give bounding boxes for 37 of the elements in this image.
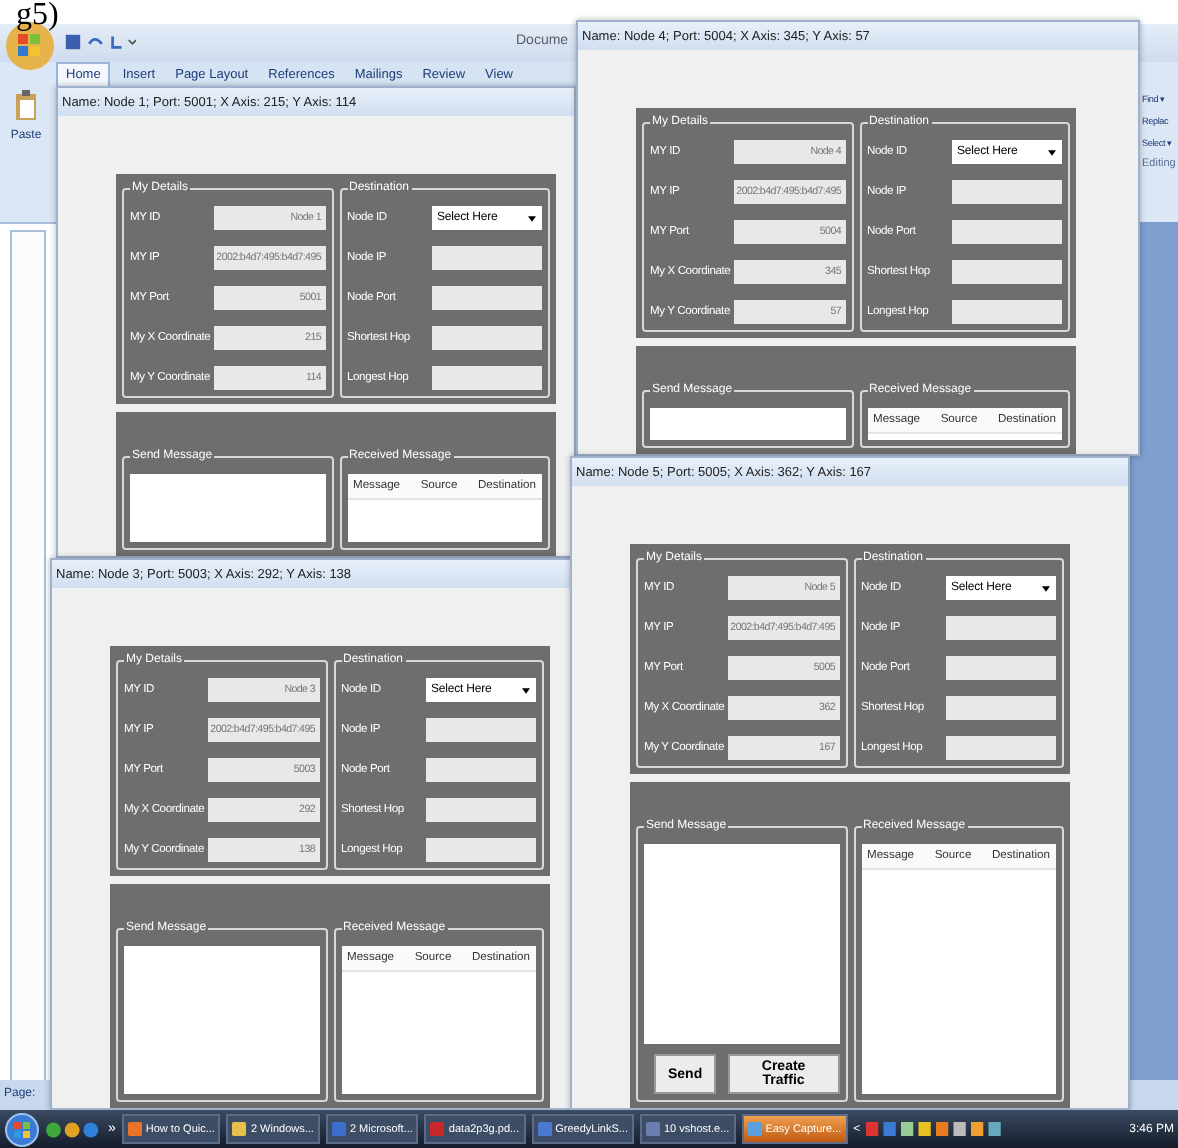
clipboard-icon (14, 90, 38, 122)
caret-icon (522, 687, 530, 693)
text-field[interactable] (425, 758, 536, 782)
text-field[interactable] (951, 300, 1062, 324)
app-icon (645, 1122, 660, 1136)
text-field[interactable] (945, 656, 1056, 680)
text-field[interactable] (425, 838, 536, 862)
app-icon (331, 1122, 346, 1136)
quick-access-icons-drawing[interactable] (64, 32, 136, 52)
text-field[interactable] (945, 616, 1056, 640)
text-field[interactable] (431, 246, 542, 270)
app-icon (232, 1122, 247, 1136)
caret-icon (1048, 149, 1056, 155)
message-field[interactable] (644, 844, 839, 1044)
app-icon (537, 1122, 552, 1136)
text-field[interactable] (431, 366, 542, 390)
quick-launch-icons-drawing[interactable] (46, 1119, 102, 1139)
caret-icon (1042, 585, 1050, 591)
tray-icons-drawing[interactable] (866, 1120, 1007, 1138)
app-icon (127, 1122, 142, 1136)
message-field[interactable] (130, 474, 325, 542)
text-field[interactable] (951, 220, 1062, 244)
caption-text: g5) (16, 0, 59, 32)
text-field[interactable] (951, 180, 1062, 204)
app-icon (430, 1122, 445, 1136)
text-field[interactable] (431, 286, 542, 310)
message-field[interactable] (124, 946, 319, 1094)
text-field[interactable] (431, 326, 542, 350)
text-field[interactable] (945, 736, 1056, 760)
app-icon (747, 1122, 762, 1136)
text-field[interactable] (425, 798, 536, 822)
caret-icon (528, 215, 536, 221)
start-button-icon[interactable] (4, 1111, 40, 1147)
text-field[interactable] (425, 718, 536, 742)
message-field[interactable] (650, 408, 845, 440)
text-field[interactable] (945, 696, 1056, 720)
text-field[interactable] (951, 260, 1062, 284)
